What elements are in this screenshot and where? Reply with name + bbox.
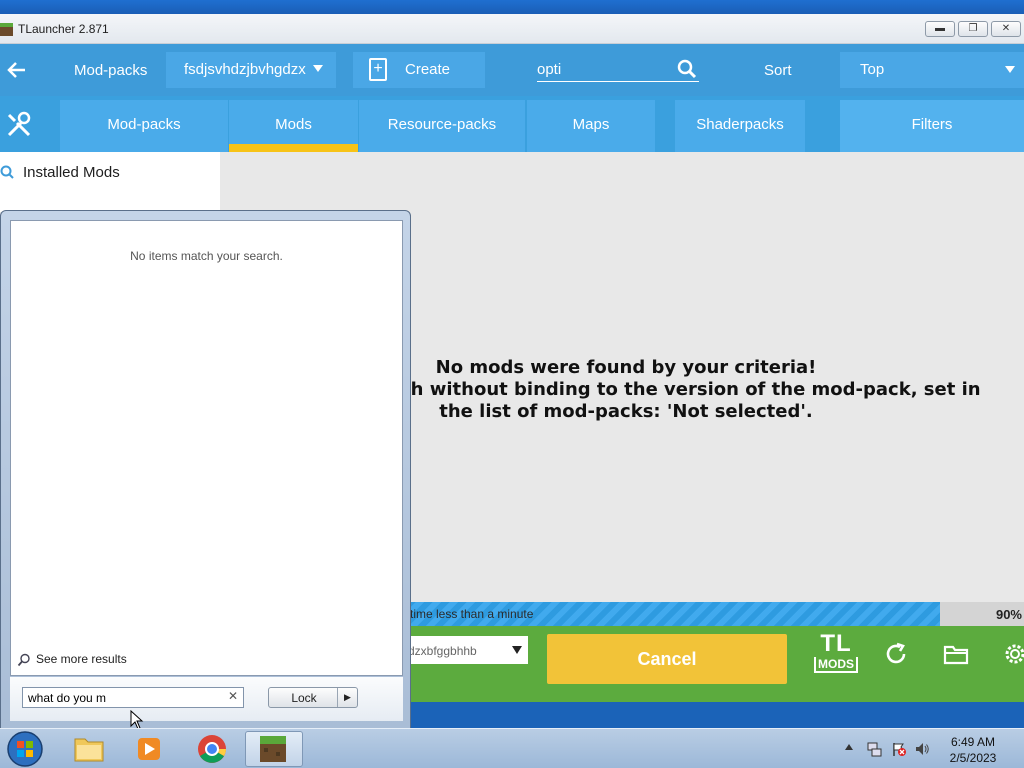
see-more-results-link[interactable]: See more results (36, 652, 127, 666)
message-line-3: the list of mod-packs: 'Not selected'. (439, 401, 813, 422)
installed-mods-label: Installed Mods (23, 164, 120, 181)
search-icon[interactable] (677, 59, 697, 79)
start-orb-icon[interactable] (5, 729, 45, 768)
lock-button-label: Lock (291, 691, 317, 705)
tab-maps[interactable]: Maps (527, 100, 655, 152)
search-icon (17, 653, 30, 667)
installed-mods-panel[interactable]: Installed Mods (0, 152, 220, 212)
show-hidden-icons-arrow-icon[interactable] (845, 744, 853, 750)
logo-mods-text: MODS (814, 657, 858, 673)
chevron-down-icon (313, 65, 323, 72)
tools-icon[interactable] (5, 111, 33, 139)
taskbar-file-explorer[interactable] (60, 731, 118, 767)
start-menu: No items match your search. See more res… (0, 210, 411, 730)
taskbar: 6:49 AM 2/5/2023 (0, 728, 1024, 768)
mouse-cursor-icon (130, 710, 144, 730)
taskbar-media-player[interactable] (120, 731, 178, 767)
cancel-button[interactable]: Cancel (547, 634, 787, 684)
message-line-1: No mods were found by your criteria! (435, 357, 817, 378)
close-button[interactable]: ✕ (991, 21, 1021, 37)
clock[interactable]: 6:49 AM 2/5/2023 (936, 734, 1010, 766)
title-bar: TLauncher 2.871 ▬ ❐ ✕ (0, 14, 1024, 44)
top-toolbar: Mod-packs fsdjsvhdzjbvhgdzx + Create Sor… (0, 44, 1024, 96)
logo-tl-text: TL (820, 630, 852, 657)
network-icon[interactable] (866, 741, 882, 757)
volume-icon[interactable] (914, 741, 930, 757)
media-player-icon (138, 738, 160, 760)
tab-filters[interactable]: Filters (840, 100, 1024, 152)
settings-gear-icon[interactable] (1002, 641, 1024, 667)
search-field (537, 58, 699, 82)
no-results-message: No mods were found by your criteria! ch … (400, 357, 981, 423)
action-center-flag-icon[interactable] (891, 741, 907, 757)
sort-label: Sort (764, 62, 792, 79)
version-select[interactable]: dzxbfggbhhb (400, 636, 528, 664)
folder-icon (74, 738, 104, 762)
search-input[interactable] (537, 58, 667, 80)
refresh-icon[interactable] (883, 641, 909, 667)
taskbar-chrome[interactable] (183, 731, 241, 767)
back-arrow-icon[interactable] (5, 58, 29, 82)
modpack-select-value: fsdjsvhdzjbvhgdzx (184, 61, 306, 78)
window-title: TLauncher 2.871 (18, 22, 109, 36)
start-search-input[interactable] (22, 687, 244, 708)
desktop-background (0, 0, 1024, 14)
start-menu-results: No items match your search. (10, 220, 403, 676)
lock-button[interactable]: Lock ▶ (268, 687, 358, 708)
sort-select[interactable]: Top (840, 52, 1024, 88)
clock-date: 2/5/2023 (949, 751, 997, 765)
message-line-2: ch without binding to the version of the… (400, 379, 981, 400)
minimize-button[interactable]: ▬ (925, 21, 955, 37)
new-file-icon: + (369, 58, 387, 81)
tab-mods[interactable]: Mods (229, 100, 358, 152)
start-menu-bottom: ✕ Lock ▶ (10, 677, 403, 721)
chevron-down-icon (1005, 66, 1015, 73)
progress-status-text: time less than a minute (410, 607, 534, 621)
progress-percent: 90% (995, 607, 1022, 622)
sort-select-value: Top (860, 61, 885, 78)
tab-shaderpacks[interactable]: Shaderpacks (675, 100, 805, 152)
version-select-value: dzxbfggbhhb (408, 644, 477, 658)
create-button-label: Create (405, 61, 451, 78)
folder-icon[interactable] (943, 641, 969, 667)
clock-time: 6:49 AM (950, 735, 996, 749)
search-icon (0, 165, 14, 179)
tab-mod-packs[interactable]: Mod-packs (60, 100, 228, 152)
chevron-down-icon (512, 646, 522, 654)
category-tabs-bar: Mod-packs Mods Resource-packs Maps Shade… (0, 96, 1024, 152)
chrome-icon (198, 735, 226, 763)
maximize-button[interactable]: ❐ (958, 21, 988, 37)
tl-mods-logo[interactable]: TL MODS (814, 631, 858, 681)
power-options-arrow-icon[interactable]: ▶ (337, 688, 357, 707)
modpacks-label: Mod-packs (74, 62, 148, 79)
create-button[interactable]: + Create (353, 52, 485, 88)
tab-resource-packs[interactable]: Resource-packs (359, 100, 525, 152)
taskbar-tlauncher[interactable] (245, 731, 303, 767)
app-icon (0, 23, 13, 36)
clear-search-icon[interactable]: ✕ (227, 690, 239, 702)
minecraft-block-icon (260, 736, 286, 762)
modpack-select[interactable]: fsdjsvhdzjbvhgdzx (166, 52, 336, 88)
no-items-text: No items match your search. (130, 249, 283, 263)
